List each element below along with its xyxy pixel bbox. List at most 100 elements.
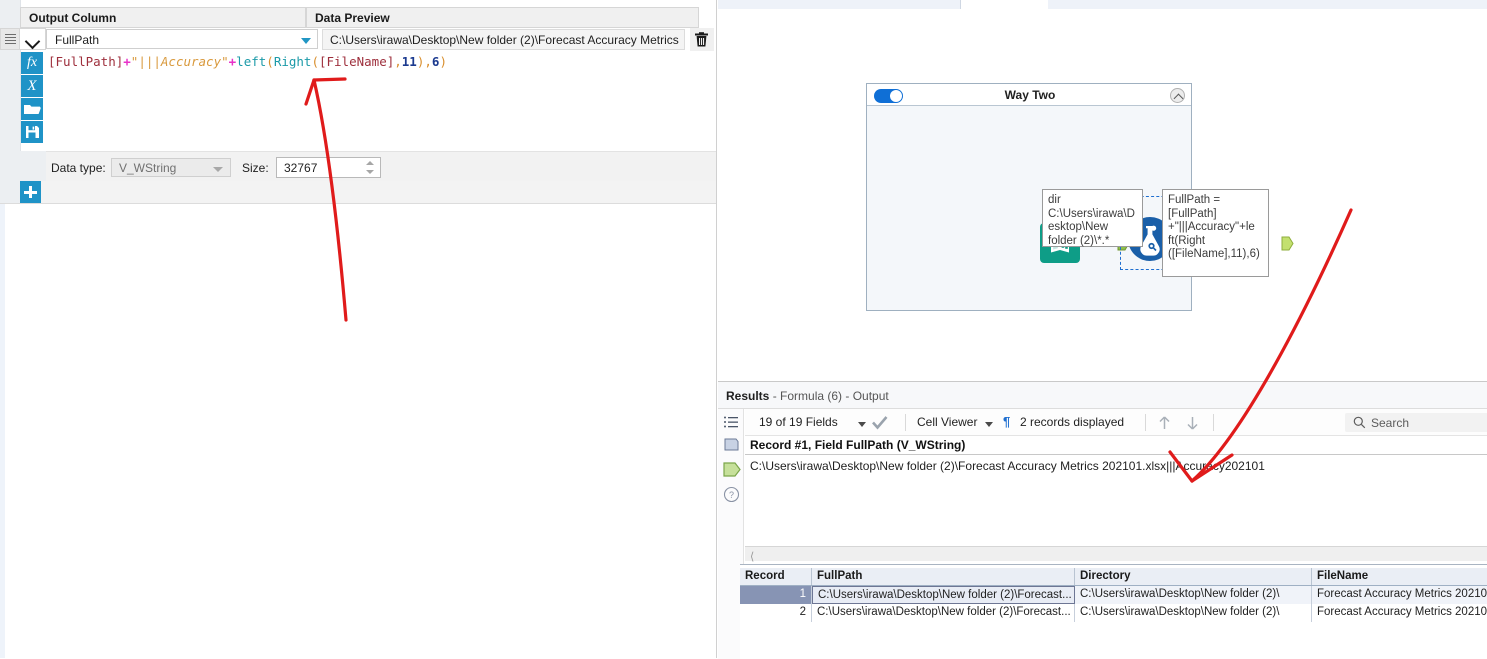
delete-row-button[interactable]	[690, 28, 714, 51]
size-input[interactable]: 32767	[276, 157, 381, 178]
add-column-button[interactable]	[20, 181, 41, 203]
table-row[interactable]: 1 C:\Users\irawa\Desktop\New folder (2)\…	[740, 586, 1487, 604]
browse-output-anchor[interactable]	[1281, 236, 1294, 251]
expand-row-button[interactable]	[20, 28, 46, 50]
results-title-prefix: Results	[726, 389, 770, 403]
size-stepper[interactable]	[362, 160, 377, 176]
data-preview-value: C:\Users\irawa\Desktop\New folder (2)\Fo…	[330, 33, 680, 47]
formula-token: Right	[273, 54, 312, 69]
results-title-suffix: - Formula (6) - Output	[769, 389, 889, 403]
note-line: +"|||Accuracy"+le	[1168, 221, 1255, 233]
list-view-icon[interactable]	[723, 414, 740, 431]
grid-header-row: Record FullPath Directory FileName	[740, 568, 1487, 586]
cell-viewer-header: Record #1, Field FullPath (V_WString)	[745, 436, 1487, 454]
formula-expression: [FullPath]+"|||Accuracy"+left(Right([Fil…	[48, 54, 447, 69]
output-column-value: FullPath	[55, 33, 100, 47]
formula-token: "|||Accuracy"	[130, 54, 229, 69]
trash-icon	[695, 32, 708, 47]
data-type-select[interactable]: V_WString	[111, 158, 231, 177]
row-grip-handle[interactable]	[0, 28, 20, 50]
cell-viewer-label[interactable]: Cell Viewer	[917, 415, 977, 429]
note-line: FullPath =	[1168, 194, 1221, 206]
search-icon	[1353, 416, 1366, 429]
cell-directory: C:\Users\irawa\Desktop\New folder (2)\	[1075, 604, 1312, 622]
config-header-row: Output Column Data Preview	[20, 7, 717, 28]
checkmark-icon[interactable]	[871, 415, 889, 430]
add-column-row	[20, 181, 717, 203]
chevron-down-icon	[24, 33, 41, 50]
note-line: ft(Right	[1168, 234, 1206, 247]
grid-column-header[interactable]: Directory	[1075, 568, 1312, 585]
pilcrow-toggle[interactable]: ¶	[1003, 414, 1010, 429]
stepper-up-icon[interactable]	[366, 161, 374, 165]
tab-segment[interactable]	[718, 0, 839, 9]
results-panel: Results - Formula (6) - Output ? 19 of 1…	[718, 381, 1487, 659]
tab-segment[interactable]	[1290, 0, 1487, 9]
formula-token: [FullPath]	[48, 54, 124, 69]
variable-x-icon: X	[27, 78, 37, 94]
tab-segment[interactable]	[1048, 0, 1199, 9]
results-toolbar: 19 of 19 Fields Cell Viewer ¶ 2 records …	[745, 409, 1487, 436]
formula-token: +	[123, 54, 131, 69]
tool-container[interactable]: Way Two dir C:\Users\irawa\D esktop\New …	[866, 83, 1294, 311]
note-line: esktop\New	[1048, 221, 1109, 233]
stepper-down-icon[interactable]	[366, 170, 374, 174]
collapse-container-button[interactable]	[1170, 88, 1185, 104]
table-row[interactable]: 2 C:\Users\irawa\Desktop\New folder (2)\…	[740, 604, 1487, 622]
cell-record: 1	[740, 586, 812, 604]
cell-fullpath: C:\Users\irawa\Desktop\New folder (2)\Fo…	[812, 604, 1075, 622]
data-type-value: V_WString	[119, 161, 177, 175]
toolbar-separator	[1213, 414, 1214, 431]
formula-token: [FileName]	[318, 54, 395, 69]
cell-viewer-value: C:\Users\irawa\Desktop\New folder (2)\Fo…	[750, 459, 1265, 473]
insert-function-button[interactable]: fx	[21, 52, 43, 74]
size-label: Size:	[242, 161, 269, 175]
cell-viewer-hscrollbar[interactable]: ⟨	[745, 546, 1487, 563]
grid-column-header[interactable]: Record	[740, 568, 812, 585]
grid-column-header[interactable]: FileName	[1312, 568, 1487, 585]
formula-config-panel: Output Column Data Preview FullPath C:\U…	[0, 0, 717, 658]
tab-segment[interactable]	[838, 0, 961, 9]
chevron-down-icon[interactable]	[858, 422, 866, 427]
save-icon	[26, 126, 39, 138]
chevron-down-icon	[301, 38, 311, 44]
data-preview-header: Data Preview	[306, 7, 699, 28]
cell-directory: C:\Users\irawa\Desktop\New folder (2)\	[1075, 586, 1312, 604]
tab-segment[interactable]	[1243, 0, 1291, 9]
formula-editor[interactable]: [FullPath]+"|||Accuracy"+left(Right([Fil…	[46, 51, 717, 151]
arrow-up-icon[interactable]	[1157, 415, 1172, 431]
svg-text:?: ?	[729, 490, 734, 500]
formula-token: (	[311, 54, 319, 69]
cell-fullpath: C:\Users\irawa\Desktop\New folder (2)\Fo…	[812, 586, 1075, 604]
size-value: 32767	[284, 161, 318, 175]
fields-selector-label[interactable]: 19 of 19 Fields	[759, 415, 838, 429]
formula-token: )	[439, 54, 447, 69]
workflow-canvas[interactable]: Way Two dir C:\Users\irawa\D esktop\New …	[718, 9, 1487, 381]
toolbar-separator	[905, 414, 906, 431]
output-anchor-icon[interactable]	[723, 462, 742, 478]
chevron-down-icon	[213, 167, 223, 172]
chevron-left-icon[interactable]: ⟨	[750, 550, 754, 563]
arrow-down-icon[interactable]	[1185, 415, 1200, 431]
save-formula-button[interactable]	[21, 121, 43, 143]
tab-segment[interactable]	[1198, 0, 1244, 9]
fx-icon: fx	[26, 55, 38, 70]
open-formula-button[interactable]	[21, 98, 43, 120]
chevron-down-icon[interactable]	[985, 422, 993, 427]
metadata-icon[interactable]	[723, 436, 740, 453]
panel-right-border	[716, 0, 717, 658]
search-input[interactable]: Search	[1345, 413, 1487, 432]
grid-column-header[interactable]: FullPath	[812, 568, 1075, 585]
directory-note: dir C:\Users\irawa\D esktop\New folder (…	[1042, 189, 1143, 247]
data-preview-cell: C:\Users\irawa\Desktop\New folder (2)\Fo…	[322, 29, 685, 50]
record-field-label: Record #1, Field FullPath (V_WString)	[750, 438, 966, 452]
insert-variable-button[interactable]: X	[21, 75, 43, 97]
plus-icon	[24, 191, 37, 194]
formula-token: ,	[394, 54, 402, 69]
cell-viewer-box[interactable]: C:\Users\irawa\Desktop\New folder (2)\Fo…	[745, 454, 1487, 558]
results-grid[interactable]: Record FullPath Directory FileName 1 C:\…	[740, 568, 1487, 659]
help-icon[interactable]: ?	[723, 486, 740, 503]
tab-strip	[718, 0, 1487, 9]
output-column-select[interactable]: FullPath	[46, 29, 318, 49]
formula-note: FullPath = [FullPath] +"|||Accuracy"+le …	[1162, 189, 1269, 277]
